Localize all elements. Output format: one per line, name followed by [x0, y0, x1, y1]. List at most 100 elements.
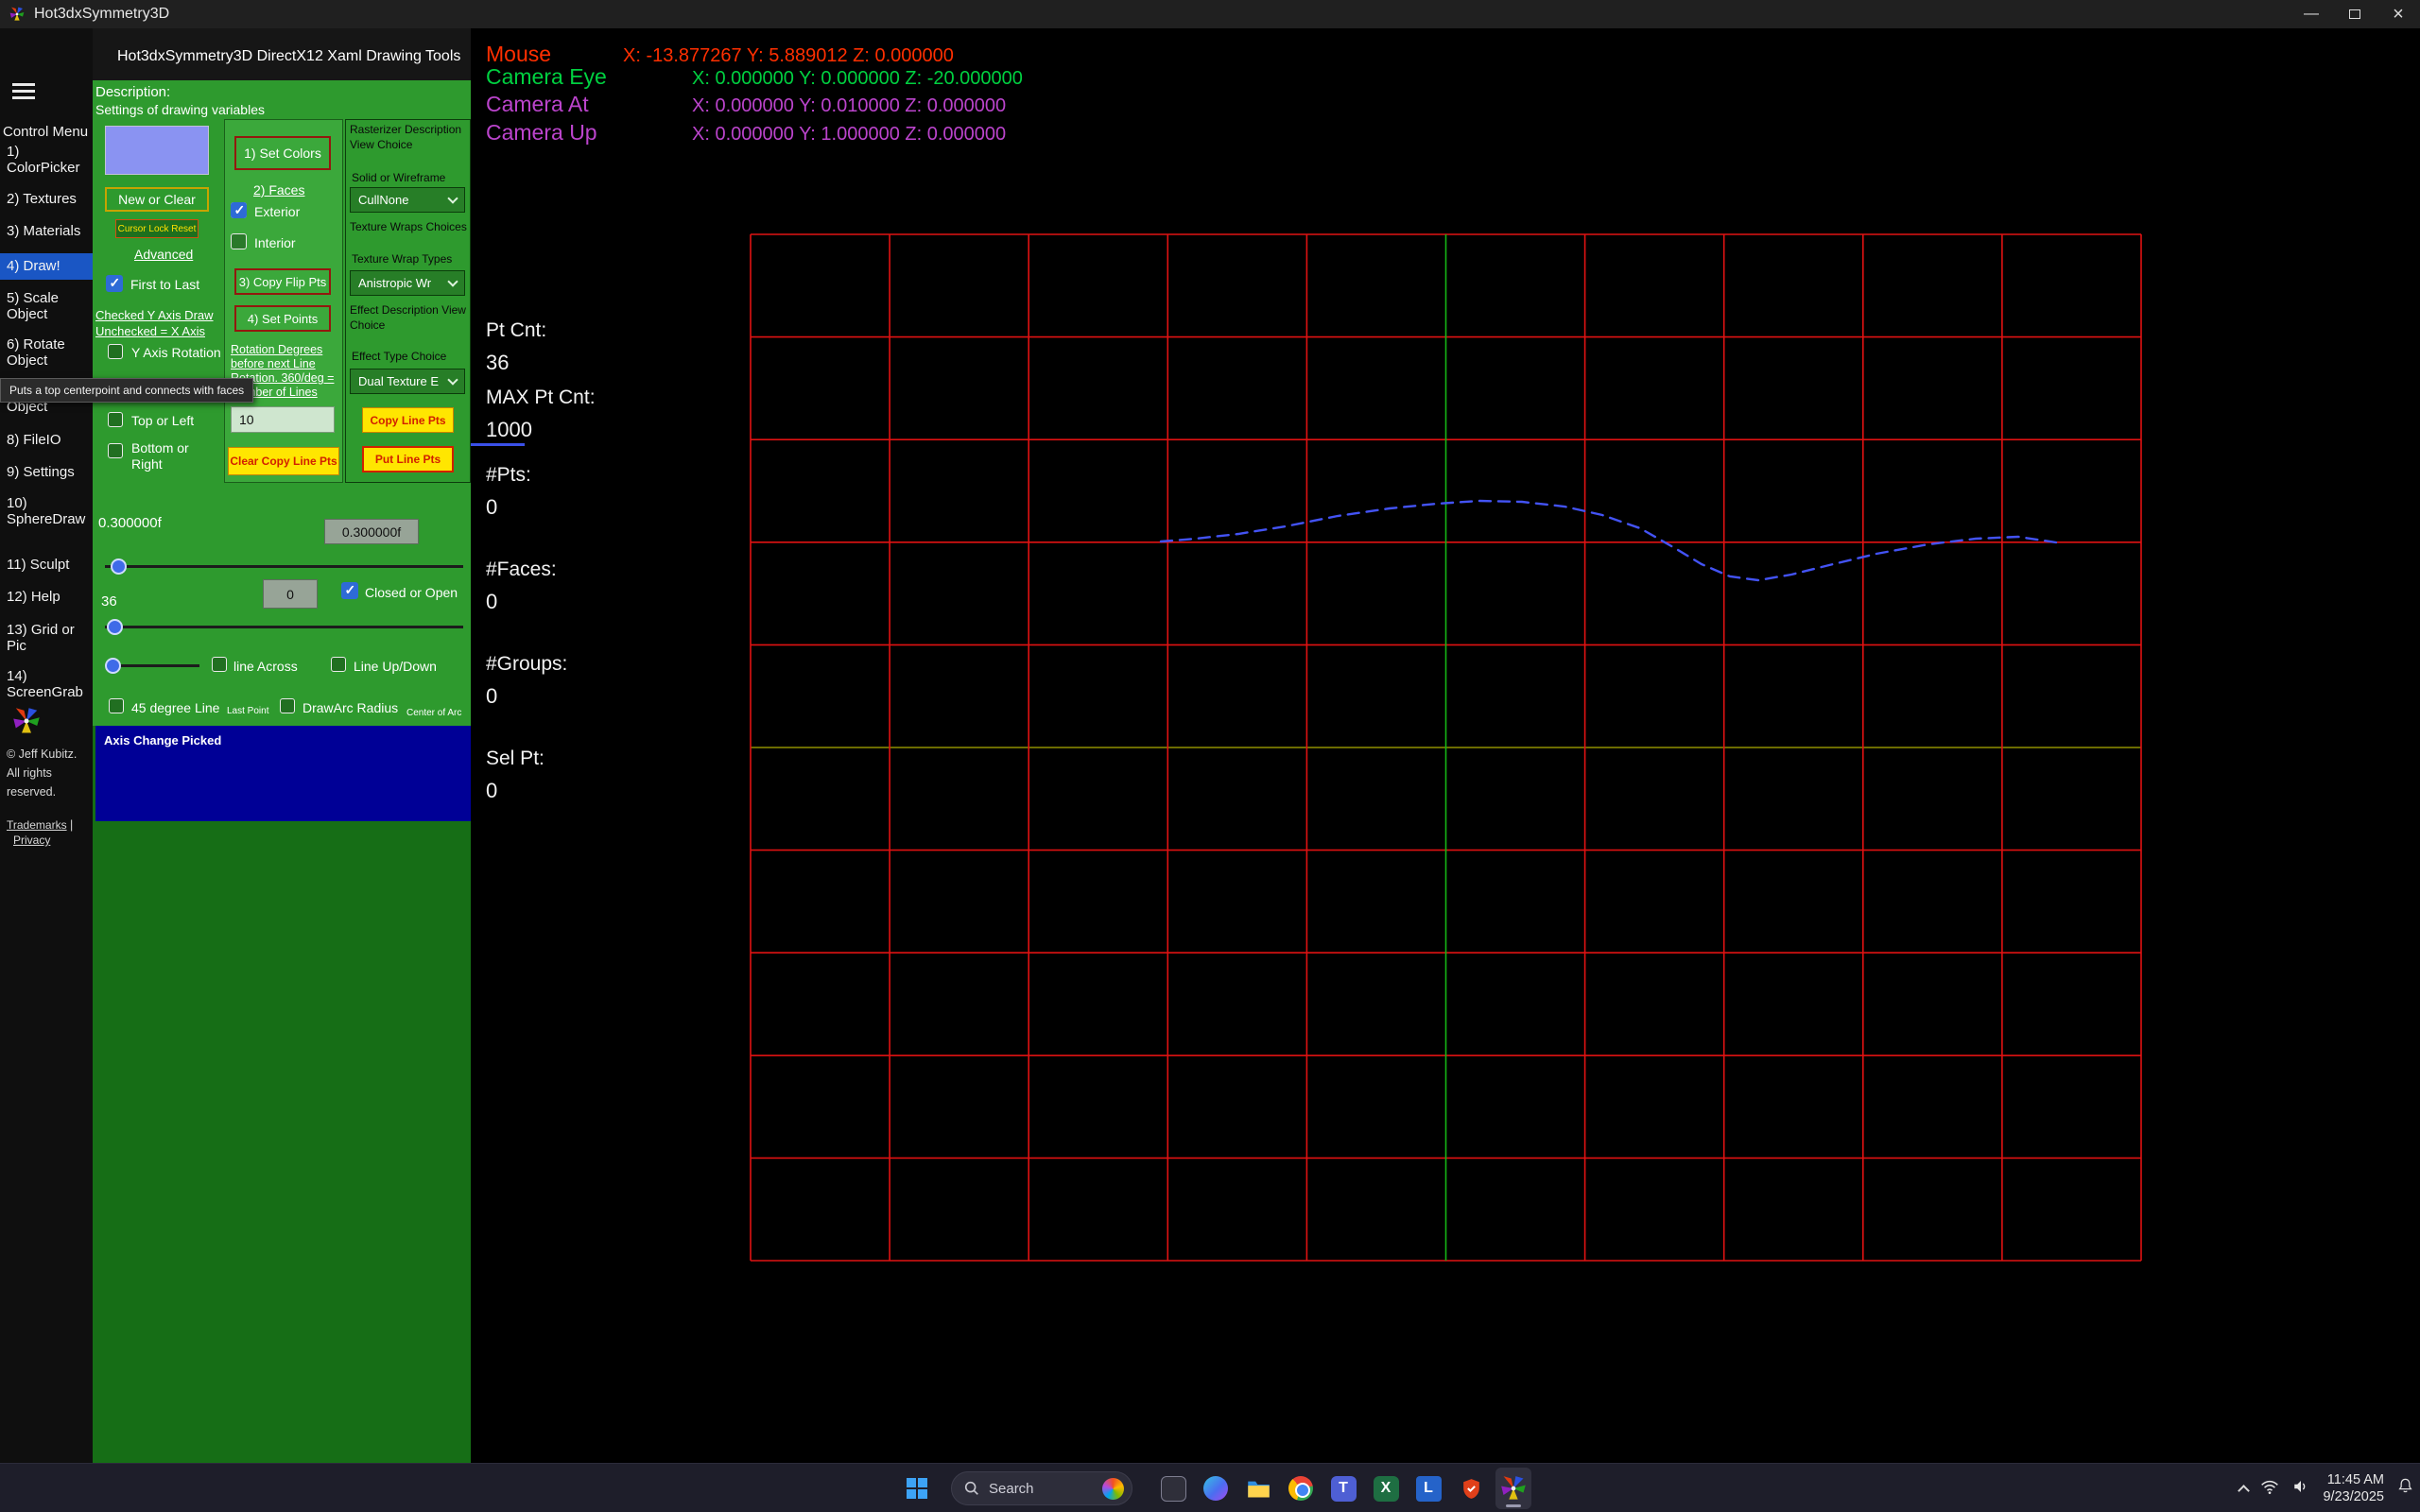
advanced-link[interactable]: Advanced	[134, 247, 193, 262]
axis-change-text: Axis Change Picked	[104, 733, 221, 747]
clock-time: 11:45 AM	[2323, 1471, 2384, 1488]
sidebar-item-sculpt[interactable]: 11) Sculpt	[0, 557, 93, 573]
solid-or-wireframe-label: Solid or Wireframe	[352, 171, 445, 186]
panel-middle-column: 1) Set Colors 2) Faces Exterior Interior…	[224, 119, 343, 483]
sidebar-item-fileio[interactable]: 8) FileIO	[0, 432, 93, 448]
closed-or-open-checkbox[interactable]	[341, 582, 358, 599]
taskbar-chrome-icon[interactable]	[1283, 1468, 1319, 1509]
search-icon	[963, 1480, 980, 1497]
stat-label: #Pts:	[486, 464, 531, 487]
sidebar-item-scale-object[interactable]: 5) Scale Object	[0, 290, 93, 322]
taskbar-teams-icon[interactable]: T	[1325, 1468, 1361, 1509]
taskbar-security-icon[interactable]	[1453, 1468, 1489, 1509]
set-colors-button[interactable]: 1) Set Colors	[234, 136, 331, 170]
first-to-last-checkbox[interactable]	[106, 275, 123, 292]
cull-mode-dropdown[interactable]: CullNone	[350, 187, 465, 213]
axis-note-line2: Unchecked = X Axis	[95, 324, 205, 338]
effect-type-dropdown[interactable]: Dual Texture E	[350, 369, 465, 394]
effect-heading: Effect Description View Choice	[350, 303, 470, 333]
camera-eye-label: Camera Eye	[486, 64, 692, 90]
color-swatch[interactable]	[105, 126, 209, 175]
sidebar-item-grid-or-pic[interactable]: 13) Grid or Pic	[0, 622, 93, 654]
new-or-clear-button[interactable]: New or Clear	[105, 187, 209, 212]
sidebar-item-materials[interactable]: 3) Materials	[0, 223, 93, 239]
interior-checkbox[interactable]	[231, 233, 247, 249]
volume-button[interactable]	[2291, 1478, 2310, 1500]
faces-heading: 2) Faces	[253, 182, 304, 198]
trademarks-link[interactable]: Trademarks	[7, 818, 67, 832]
sidebar-item-textures[interactable]: 2) Textures	[0, 191, 93, 207]
hidden-icons-button[interactable]	[2239, 1483, 2248, 1495]
sidebar-item-colorpicker[interactable]: 1) ColorPicker	[0, 144, 93, 176]
dropdown-value: Dual Texture E	[358, 374, 439, 388]
y-axis-rotation-checkbox[interactable]	[108, 344, 123, 359]
slider-thumb[interactable]	[107, 619, 123, 635]
close-button[interactable]: ×	[2377, 0, 2420, 28]
slider-track[interactable]	[105, 565, 463, 568]
line-across-checkbox[interactable]	[212, 657, 227, 672]
slider-track[interactable]	[105, 626, 463, 628]
rotation-degrees-input[interactable]	[231, 406, 335, 433]
interior-label: Interior	[254, 235, 296, 250]
taskbar-copilot-icon[interactable]	[1198, 1468, 1234, 1509]
clear-copy-line-pts-button[interactable]: Clear Copy Line Pts	[228, 447, 339, 475]
taskbar-clock[interactable]: 11:45 AM 9/23/2025	[2323, 1471, 2384, 1505]
taskbar-hot3dx-icon[interactable]	[1495, 1468, 1531, 1509]
copilot-icon	[1203, 1476, 1228, 1501]
put-line-pts-button[interactable]: Put Line Pts	[362, 446, 454, 472]
taskbar-linqpad-icon[interactable]: L	[1410, 1468, 1446, 1509]
slider-thumb[interactable]	[111, 558, 127, 575]
slider1[interactable]	[105, 558, 463, 575]
search-box[interactable]: Search	[951, 1471, 1132, 1505]
sidebar-item-rotate-object[interactable]: 6) Rotate Object	[0, 336, 93, 369]
texture-wrap-dropdown[interactable]: Anistropic Wr	[350, 270, 465, 296]
minimize-button[interactable]: —	[2290, 0, 2333, 28]
control-menu-label: Control Menu	[3, 124, 88, 140]
line-up-down-checkbox[interactable]	[331, 657, 346, 672]
slider2[interactable]	[105, 619, 463, 635]
drawing-canvas[interactable]	[471, 28, 2420, 1463]
sidebar-item-screengrab[interactable]: 14) ScreenGrab	[0, 668, 93, 700]
copy-line-pts-button[interactable]: Copy Line Pts	[362, 407, 454, 433]
taskbar-center-group: Search T X L	[896, 1464, 1531, 1512]
sidebar-item-spheredraw[interactable]: 10) SphereDraw	[0, 495, 93, 527]
dropdown-value: CullNone	[358, 193, 408, 207]
tooltip: Puts a top centerpoint and connects with…	[0, 378, 253, 403]
copyright-line: All rights	[7, 766, 52, 780]
start-button[interactable]	[896, 1468, 938, 1509]
hamburger-menu-icon[interactable]	[12, 83, 35, 100]
slider1-value-box[interactable]: 0.300000f	[324, 519, 419, 544]
texture-wraps-heading: Texture Wraps Choices	[350, 220, 470, 235]
sidebar: Control Menu 1) ColorPicker 2) Textures …	[0, 28, 93, 1463]
deg45-line-checkbox[interactable]	[109, 698, 124, 713]
slider-thumb[interactable]	[105, 658, 121, 674]
camera-up-value: X: 0.000000 Y: 1.000000 Z: 0.000000	[692, 124, 1006, 145]
network-button[interactable]	[2260, 1478, 2279, 1500]
top-or-left-checkbox[interactable]	[108, 412, 123, 427]
cursor-lock-reset-button[interactable]: Cursor Lock Reset	[115, 219, 199, 238]
system-tray: 11:45 AM 9/23/2025	[2239, 1464, 2414, 1512]
taskbar-excel-icon[interactable]: X	[1368, 1468, 1404, 1509]
sidebar-item-help[interactable]: 12) Help	[0, 589, 93, 605]
bottom-or-right-checkbox[interactable]	[108, 443, 123, 458]
stat-value: 0	[486, 684, 567, 709]
privacy-link[interactable]: Privacy	[13, 833, 50, 847]
set-points-button[interactable]: 4) Set Points	[234, 305, 331, 332]
exterior-checkbox-checked[interactable]	[231, 202, 247, 218]
copy-flip-pts-button[interactable]: 3) Copy Flip Pts	[234, 268, 331, 295]
stat-value: 36	[486, 351, 546, 375]
maximize-icon	[2349, 9, 2360, 19]
slider2-value-box[interactable]: 0	[263, 579, 318, 609]
notifications-button[interactable]	[2396, 1477, 2414, 1500]
sidebar-item-draw[interactable]: 4) Draw!	[0, 258, 93, 274]
taskbar-terminal-icon[interactable]	[1155, 1468, 1191, 1509]
maximize-button[interactable]	[2333, 0, 2377, 28]
stat-label: #Faces:	[486, 558, 557, 581]
drawarc-radius-checkbox[interactable]	[280, 698, 295, 713]
stat-pts: #Pts: 0	[486, 464, 531, 520]
taskbar-file-explorer-icon[interactable]	[1240, 1468, 1276, 1509]
slider3[interactable]	[105, 658, 199, 674]
sidebar-item-settings[interactable]: 9) Settings	[0, 464, 93, 480]
title-bar: Hot3dxSymmetry3D — ×	[0, 0, 2420, 28]
excel-icon: X	[1374, 1476, 1399, 1502]
